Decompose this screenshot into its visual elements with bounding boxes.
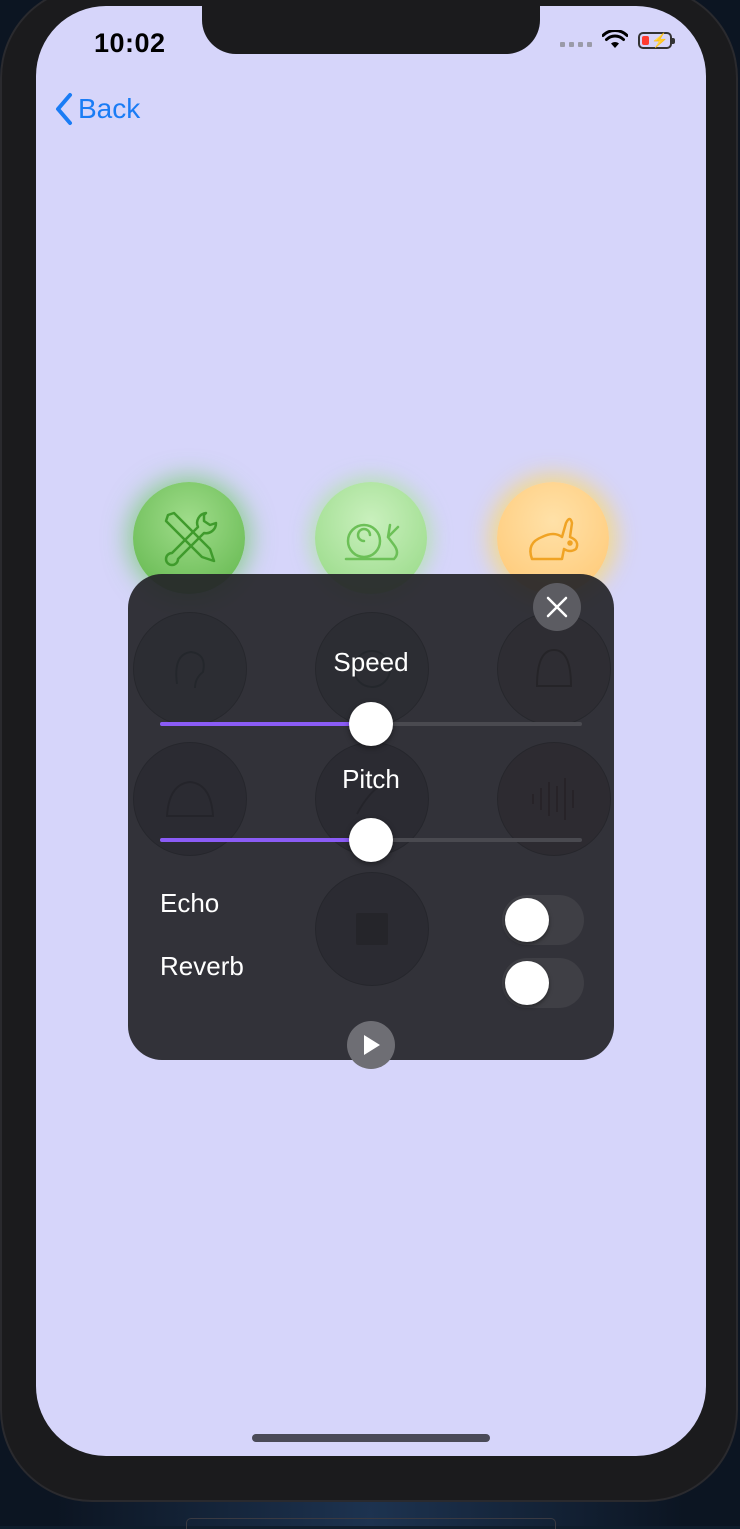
close-button[interactable] [533, 583, 581, 631]
cellular-signal-icon [560, 33, 592, 47]
effect-settings-panel: Speed Pitch Echo Reverb [128, 574, 614, 1069]
pitch-slider-fill [160, 838, 371, 842]
reverb-label: Reverb [160, 951, 244, 981]
back-button[interactable]: Back [54, 92, 140, 126]
wifi-icon [602, 30, 628, 48]
notch [202, 6, 540, 54]
speed-slider-thumb[interactable] [349, 702, 393, 746]
chevron-left-icon [56, 93, 72, 125]
dock-edge [186, 1518, 556, 1529]
reverb-toggle[interactable] [502, 958, 584, 1008]
battery-icon: ⚡ [638, 31, 675, 49]
pitch-slider[interactable] [160, 818, 582, 862]
rabbit-icon [529, 517, 579, 561]
speed-label: Speed [333, 647, 409, 677]
close-icon [546, 596, 568, 618]
echo-label: Echo [160, 888, 220, 918]
home-indicator[interactable] [252, 1434, 490, 1442]
play-icon [364, 1035, 380, 1055]
reverb-toggle-knob [505, 961, 549, 1005]
pitch-label: Pitch [342, 764, 400, 794]
app-screen: 10:02 ⚡ Back Speed Pitch Echo Reverb [36, 6, 706, 1456]
speed-slider-fill [160, 722, 371, 726]
tools-icon [164, 511, 218, 567]
pitch-slider-thumb[interactable] [349, 818, 393, 862]
speed-slider[interactable] [160, 702, 582, 746]
snail-icon [344, 523, 400, 561]
phone-frame: 10:02 ⚡ Back Speed Pitch Echo Reverb [2, 0, 736, 1500]
status-icons: ⚡ [560, 30, 675, 50]
play-button[interactable] [347, 1021, 395, 1069]
echo-toggle[interactable] [502, 895, 584, 945]
echo-toggle-knob [505, 898, 549, 942]
status-time: 10:02 [94, 28, 166, 58]
back-label: Back [78, 93, 141, 124]
